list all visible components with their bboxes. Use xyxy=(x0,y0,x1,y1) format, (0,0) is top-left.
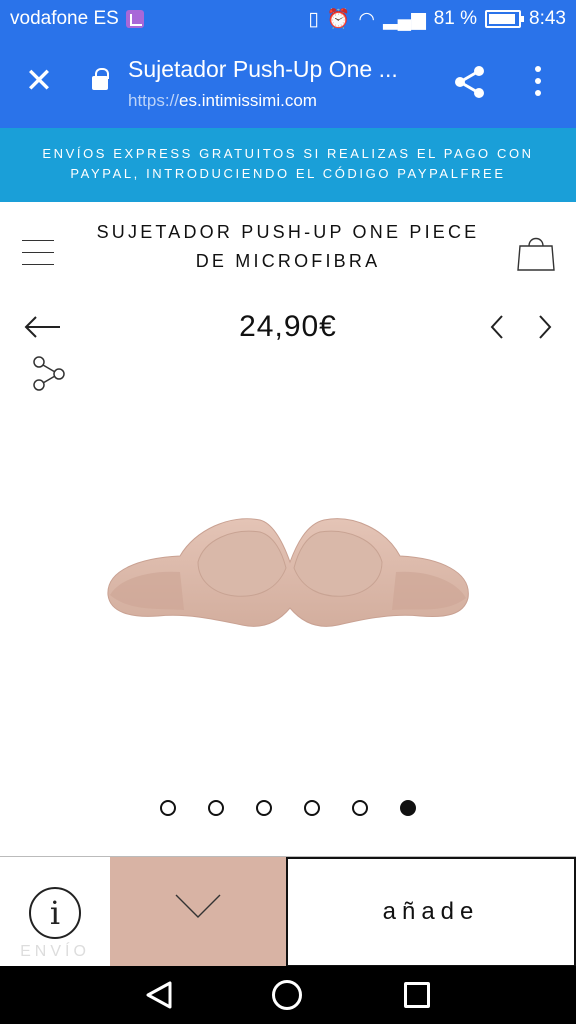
hamburger-menu-icon[interactable] xyxy=(22,240,54,268)
nav-recents-icon[interactable] xyxy=(404,982,430,1008)
android-nav-bar xyxy=(0,966,576,1024)
promo-banner[interactable]: ENVÍOS EXPRESS GRATUITOS SI REALIZAS EL … xyxy=(0,128,576,202)
clock: 8:43 xyxy=(529,8,566,29)
envio-label: ENVÍO xyxy=(20,943,90,960)
more-menu-icon[interactable] xyxy=(530,66,546,100)
nav-back-icon[interactable] xyxy=(144,980,174,1010)
wifi-icon: ◠ xyxy=(358,8,376,30)
info-icon: i xyxy=(29,887,81,939)
product-title-line-1: SUJETADOR PUSH-UP ONE PIECE xyxy=(96,222,480,242)
status-bar: vodafone ES ▯ ⏰ ◠ ▂▄▆ 81 % 8:43 xyxy=(0,0,576,38)
product-title-line-2: DE MICROFIBRA xyxy=(195,251,381,271)
chevron-down-icon xyxy=(175,894,221,918)
shopping-bag-icon[interactable] xyxy=(516,232,556,274)
product-title: SUJETADOR PUSH-UP ONE PIECE DE MICROFIBR… xyxy=(70,218,506,276)
add-to-cart-button[interactable]: añade xyxy=(286,857,576,967)
url-scheme: https:// xyxy=(128,91,180,110)
share-icon[interactable] xyxy=(452,64,488,100)
close-tab-button[interactable]: ✕ xyxy=(22,64,56,98)
gallery-notification-icon xyxy=(125,10,144,28)
browser-toolbar: ✕ Sujetador Push-Up One ... https://es.i… xyxy=(0,38,576,128)
carrier-label: vodafone ES xyxy=(10,8,119,29)
vibrate-icon: ▯ xyxy=(308,8,319,30)
lock-icon[interactable] xyxy=(92,68,109,90)
status-bar-left: vodafone ES xyxy=(10,8,144,30)
promo-line-2: PAYPAL, INTRODUCIENDO EL CÓDIGO PAYPALFR… xyxy=(70,166,506,181)
page-url[interactable]: https://es.intimissimi.com xyxy=(128,91,317,111)
previous-product-icon[interactable] xyxy=(484,312,512,342)
page-title[interactable]: Sujetador Push-Up One ... xyxy=(128,56,428,83)
carousel-dot[interactable] xyxy=(352,800,368,816)
shipping-info-button[interactable]: i ENVÍO xyxy=(0,857,110,967)
carousel-dot[interactable] xyxy=(304,800,320,816)
share-nodes-icon[interactable] xyxy=(30,354,68,392)
signal-icon: ▂▄▆ xyxy=(383,8,426,30)
product-image[interactable] xyxy=(100,500,476,650)
battery-icon xyxy=(485,10,525,28)
back-arrow-icon[interactable] xyxy=(22,312,62,342)
promo-line-1: ENVÍOS EXPRESS GRATUITOS SI REALIZAS EL … xyxy=(42,146,534,161)
carousel-dots xyxy=(0,800,576,816)
bottom-action-bar: i ENVÍO añade xyxy=(0,856,576,967)
status-bar-right: ▯ ⏰ ◠ ▂▄▆ 81 % 8:43 xyxy=(308,7,566,31)
carousel-dot[interactable] xyxy=(208,800,224,816)
color-selector[interactable] xyxy=(110,857,286,967)
battery-percent: 81 % xyxy=(433,8,478,29)
alarm-icon: ⏰ xyxy=(326,9,351,30)
url-host: es.intimissimi.com xyxy=(179,91,317,110)
nav-home-icon[interactable] xyxy=(272,980,302,1010)
carousel-dot[interactable] xyxy=(400,800,416,816)
carousel-dot[interactable] xyxy=(160,800,176,816)
next-product-icon[interactable] xyxy=(530,312,558,342)
carousel-dot[interactable] xyxy=(256,800,272,816)
product-price: 24,90€ xyxy=(239,310,337,343)
